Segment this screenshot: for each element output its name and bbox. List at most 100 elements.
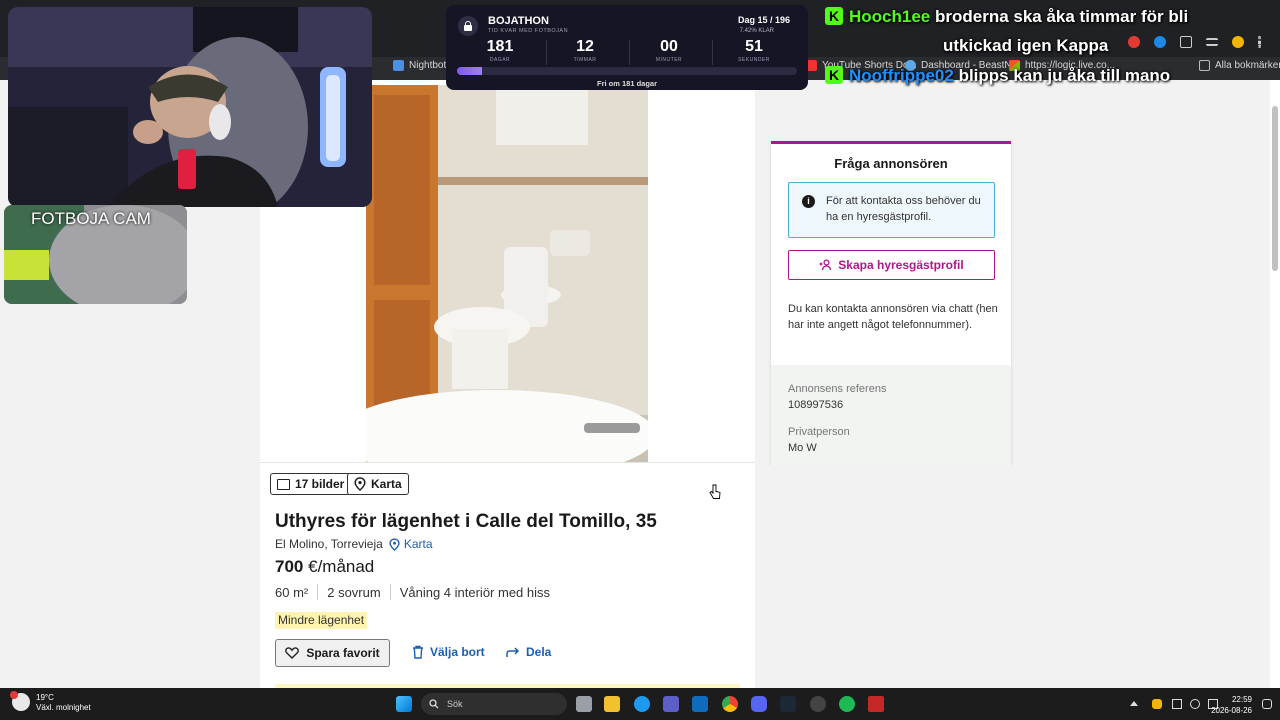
store-icon[interactable] [663, 696, 679, 712]
scrollbar-thumb[interactable] [1272, 106, 1278, 271]
timer-title: BOJATHON [488, 15, 549, 27]
timer-day: Dag 15 / 196 [737, 15, 790, 25]
panel-heading: Fråga annonsören [834, 156, 948, 171]
speaker-icon[interactable] [1190, 699, 1200, 709]
temperature: 19°C [36, 693, 54, 702]
browser-toolbar-icons [1128, 36, 1261, 50]
task-view-icon[interactable] [576, 696, 592, 712]
minutes-value: 00 [660, 38, 678, 55]
reading-list-icon[interactable] [1206, 38, 1218, 46]
cloud-icon [10, 691, 30, 711]
chat-message: K Hooch1ee broderna ska åka timmar för bl… [825, 7, 1188, 27]
bojathon-timer: BOJATHON TID KVAR MED FOTBOJAN Dag 15 / … [446, 5, 808, 90]
scrollbar[interactable] [1270, 80, 1280, 688]
date: 2026-08-26 [1211, 706, 1252, 715]
heart-icon [285, 647, 300, 659]
microphone-icon[interactable] [1152, 699, 1162, 709]
reference-label: Annonsens referens [788, 383, 887, 395]
timer-progress [457, 67, 797, 75]
lock-icon [458, 16, 478, 36]
share-icon [506, 647, 520, 657]
nightbot-icon [393, 60, 404, 71]
trash-icon [413, 645, 423, 659]
outlook-icon[interactable] [692, 696, 708, 712]
file-explorer-icon[interactable] [604, 696, 620, 712]
screen: Nightbot - YouTube Shorts Do... Dashboar… [0, 0, 1280, 720]
extensions-puzzle-icon[interactable] [1180, 36, 1192, 48]
create-profile-button[interactable]: Skapa hyresgästprofil [788, 250, 995, 280]
chat-text: broderna ska åka timmar för bli [934, 7, 1189, 26]
info-icon: i [802, 195, 815, 208]
divider [317, 584, 319, 600]
notifications-icon[interactable] [1262, 699, 1272, 709]
folder-icon [1199, 60, 1210, 71]
listing-location: El Molino, Torrevieja Karta [275, 537, 433, 551]
bathroom-photo [366, 85, 648, 462]
taskbar-search[interactable]: Sök [421, 693, 567, 715]
profile-avatar[interactable] [1232, 36, 1244, 48]
kick-badge-icon: K [825, 66, 843, 84]
obs-icon[interactable] [810, 696, 826, 712]
chat-username: Hooch1ee [849, 7, 931, 26]
chat-text: blipps kan ju åka till mano [958, 66, 1171, 85]
menu-icon[interactable] [1258, 36, 1261, 48]
extension-icon[interactable] [1128, 36, 1140, 48]
chat-message: K Nooffrippe02 blipps kan ju åka till man… [825, 66, 1170, 86]
gallery-button[interactable]: 17 bilder [270, 473, 352, 495]
chat-username: Nooffrippe02 [849, 66, 954, 85]
chrome-icon[interactable] [722, 696, 738, 712]
chevron-up-icon[interactable] [1130, 701, 1138, 706]
windows-start-icon[interactable] [396, 696, 412, 712]
bookmark-nightbot[interactable]: Nightbot - [393, 60, 452, 71]
divider [389, 584, 391, 600]
network-icon[interactable] [1172, 699, 1182, 709]
hide-listing-button[interactable]: Välja bort [412, 645, 485, 659]
webcam-overlay [8, 7, 372, 207]
listing-facts: 60 m² 2 sovrum Våning 4 interiör med his… [275, 584, 550, 600]
edge-icon[interactable] [634, 696, 650, 712]
timer-percent: 7.42% KLAR [739, 28, 774, 34]
listing-title: Uthyres för lägenhet i Calle del Tomillo… [275, 511, 657, 532]
clock[interactable]: 22:59 2026-08-26 [1211, 694, 1252, 716]
steam-icon[interactable] [780, 696, 796, 712]
app-icon[interactable] [868, 696, 884, 712]
owner-label: Privatperson [788, 426, 850, 438]
divider [629, 40, 630, 65]
rooms: 2 sovrum [327, 584, 381, 600]
listing-photo[interactable] [366, 85, 648, 462]
hand-cursor-icon [709, 484, 721, 499]
reference-value: 108997536 [788, 399, 844, 411]
taskbar: 19°C Växl. molnighet Sök 22:59 2026-08-2… [0, 688, 1280, 720]
cam-label: FOTBOJA CAM [31, 209, 151, 228]
panel-footer: Annonsens referens 108997536 Privatperso… [771, 365, 1011, 467]
chat-message-cont: utkickad igen Kappa [943, 36, 1109, 55]
search-icon [429, 699, 439, 709]
timer-subtitle: TID KVAR MED FOTBOJAN [488, 28, 569, 34]
map-button[interactable]: Karta [347, 473, 409, 495]
contact-panel: Fråga annonsören i För att kontakta oss … [771, 141, 1011, 467]
divider [260, 462, 755, 463]
image-icon [277, 478, 290, 490]
divider [546, 40, 547, 65]
extension-icon[interactable] [1154, 36, 1166, 48]
timer-progress-fill [457, 67, 483, 75]
webcam-feed [8, 7, 372, 207]
spotify-icon[interactable] [839, 696, 855, 712]
minutes-label: MINUTER [655, 57, 683, 63]
map-pin-icon [354, 477, 366, 491]
info-message: i För att kontakta oss behöver du ha en … [788, 182, 995, 238]
map-pin-icon [389, 537, 400, 551]
weather-widget[interactable]: 19°C Växl. molnighet [10, 691, 91, 713]
map-link[interactable]: Karta [389, 537, 433, 551]
time: 22:59 [1231, 695, 1252, 704]
discord-icon[interactable] [751, 696, 767, 712]
share-button[interactable]: Dela [506, 645, 551, 659]
weather-text: Växl. molnighet [36, 703, 91, 712]
days-label: DAGAR [489, 57, 511, 63]
bookmark-all[interactable]: Alla bokmärken [1199, 60, 1280, 71]
seconds-label: SEKUNDER [738, 57, 770, 63]
add-user-icon [819, 259, 832, 271]
save-favorite-button[interactable]: Spara favorit [275, 639, 390, 667]
timer-free-text: Fri om 181 dagar [596, 79, 658, 88]
divider [712, 40, 713, 65]
